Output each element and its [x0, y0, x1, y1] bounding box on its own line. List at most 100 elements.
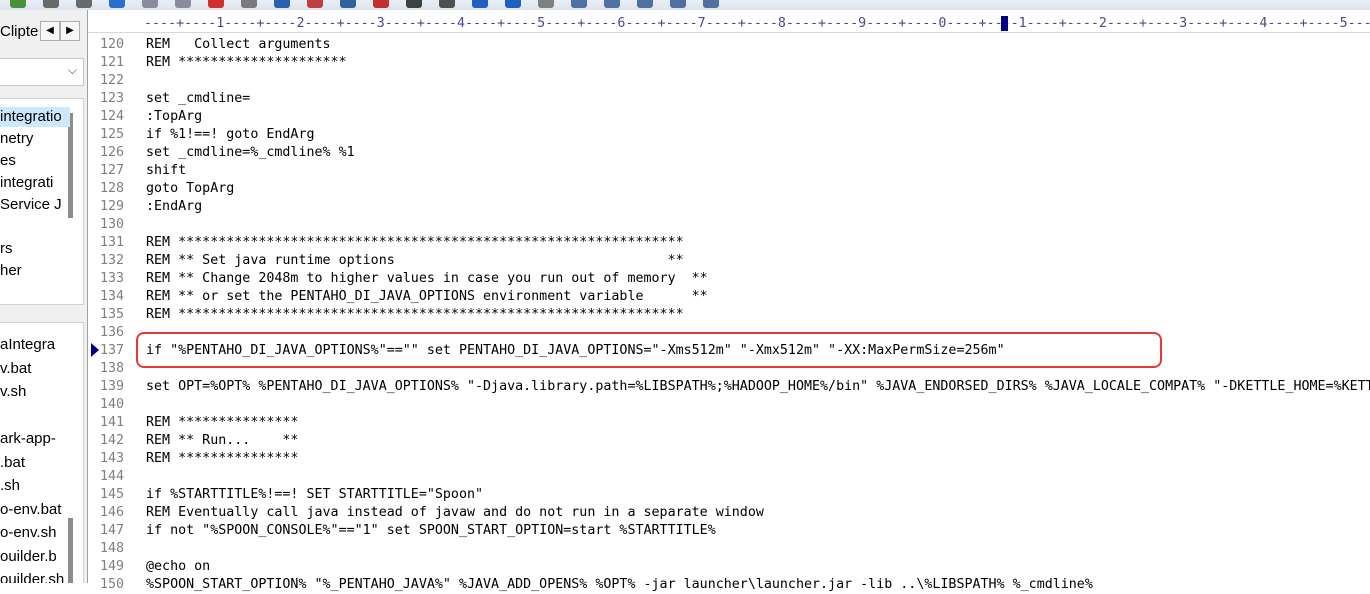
line-number: 133 — [100, 271, 125, 286]
window3-icon[interactable] — [637, 0, 653, 8]
tree-item[interactable]: o-env.sh — [0, 523, 70, 543]
tree-item[interactable]: ark-app- — [0, 429, 70, 449]
code-line[interactable]: REM *************** — [146, 450, 298, 468]
line-number: 130 — [100, 217, 125, 232]
line-number: 143 — [100, 451, 125, 466]
line-number: 134 — [100, 289, 125, 304]
line-number: 132 — [100, 253, 125, 268]
line-number: 128 — [100, 181, 125, 196]
file-tree-top[interactable]: integratio netry es integrati Service J rs he… — [0, 98, 84, 305]
tree-item[interactable]: aIntegra — [0, 335, 70, 355]
settings-icon[interactable] — [538, 0, 554, 8]
tree-item[interactable]: v.sh — [0, 382, 70, 402]
line-number: 129 — [100, 199, 125, 214]
window2-icon[interactable] — [604, 0, 620, 8]
code-line[interactable]: REM ** Set java runtime options ** — [146, 252, 684, 270]
code-line[interactable]: if %STARTTITLE%!==! SET STARTTITLE="Spoo… — [146, 486, 483, 504]
code-line[interactable]: REM Eventually call java instead of java… — [146, 504, 764, 522]
line-number: 137 — [100, 343, 125, 358]
code-line[interactable]: set _cmdline= — [146, 90, 250, 108]
tree-item[interactable]: ouilder.b — [0, 547, 70, 567]
library-select[interactable]: ⌵ — [0, 58, 84, 86]
code-line[interactable]: %SPOON_START_OPTION% "%_PENTAHO_JAVA%" %… — [146, 576, 1093, 594]
line-number: 124 — [100, 109, 125, 124]
code-line[interactable]: REM *************** — [146, 414, 298, 432]
tree-item[interactable]: Service J — [0, 195, 70, 215]
line-number: 145 — [100, 487, 125, 502]
spell-icon[interactable] — [505, 0, 521, 8]
tree-item[interactable]: o-env.bat — [0, 500, 70, 520]
macro-icon[interactable] — [703, 0, 719, 8]
current-line-marker-icon — [91, 343, 99, 357]
code-line[interactable]: REM ** or set the PENTAHO_DI_JAVA_OPTION… — [146, 288, 708, 306]
tree-item[interactable]: .sh — [0, 476, 70, 496]
line-number: 138 — [100, 361, 125, 376]
code-line[interactable]: REM ************************************… — [146, 234, 684, 252]
code-line[interactable]: REM ** Change 2048m to higher values in … — [146, 270, 708, 288]
tree-item[interactable]: integratio — [0, 107, 70, 127]
highlight-annotation-box — [136, 332, 1162, 368]
paste-icon[interactable] — [175, 0, 191, 8]
code-line[interactable]: shift — [146, 162, 186, 180]
line-number: 144 — [100, 469, 125, 484]
clip-text-panel: Clipte ◀ ▶ ⌵ integratio netry es integrati … — [0, 10, 88, 583]
tree-item[interactable]: es — [0, 151, 70, 171]
print-preview-icon[interactable] — [76, 0, 92, 8]
code-line[interactable]: if not "%SPOON_CONSOLE%"=="1" set SPOON_… — [146, 522, 716, 540]
file-tree-bottom[interactable]: aIntegra v.bat v.sh ark-app- .bat .sh o-env.ba… — [0, 322, 84, 583]
tree-item[interactable]: ouilder.sh — [0, 570, 70, 583]
code-line[interactable]: set _cmdline=%_cmdline% %1 — [146, 144, 355, 162]
code-line[interactable]: goto TopArg — [146, 180, 234, 198]
line-number: 122 — [100, 73, 125, 88]
ruler-scale: ----+----1----+----2----+----3----+----4… — [144, 16, 1370, 31]
tree-item[interactable]: her — [0, 261, 70, 281]
tree-item[interactable]: netry — [0, 129, 70, 149]
code-line[interactable]: if %1!==! goto EndArg — [146, 126, 315, 144]
replace-icon[interactable] — [307, 0, 323, 8]
line-number: 149 — [100, 559, 125, 574]
code-line[interactable]: :EndArg — [146, 198, 202, 216]
line-number: 140 — [100, 397, 125, 412]
line-number: 121 — [100, 55, 125, 70]
line-number: 150 — [100, 577, 125, 592]
line-number: 126 — [100, 145, 125, 160]
code-line[interactable]: REM Collect arguments — [146, 36, 331, 54]
tab-next-arrow-icon[interactable]: ▶ — [60, 21, 80, 41]
tree-item[interactable]: rs — [0, 239, 70, 259]
copy-icon[interactable] — [142, 0, 158, 8]
format-icon[interactable] — [406, 0, 422, 8]
goto-icon[interactable] — [340, 0, 356, 8]
check-icon[interactable] — [109, 0, 125, 8]
save-icon[interactable] — [10, 0, 26, 8]
code-line[interactable]: @echo on — [146, 558, 210, 576]
print-icon[interactable] — [43, 0, 59, 8]
delete-icon[interactable] — [208, 0, 224, 8]
panel-tab-label[interactable]: Clipte — [0, 23, 38, 40]
line-number: 136 — [100, 325, 125, 340]
font-icon[interactable] — [373, 0, 389, 8]
indent-icon[interactable] — [472, 0, 488, 8]
line-number: 139 — [100, 379, 125, 394]
code-line[interactable]: set OPT=%OPT% %PENTAHO_DI_JAVA_OPTIONS% … — [146, 378, 1370, 396]
ruler-cursor-mark — [1001, 16, 1008, 31]
window4-icon[interactable] — [670, 0, 686, 8]
run-icon[interactable] — [439, 0, 455, 8]
chevron-down-icon: ⌵ — [67, 63, 77, 77]
code-line[interactable]: REM ************************************… — [146, 306, 684, 324]
code-line[interactable]: REM ** Run... ** — [146, 432, 298, 450]
code-line[interactable]: :TopArg — [146, 108, 202, 126]
code-line[interactable]: REM ********************* — [146, 54, 347, 72]
line-number: 135 — [100, 307, 125, 322]
find-icon[interactable] — [274, 0, 290, 8]
line-number: 131 — [100, 235, 125, 250]
tree-item[interactable]: integrati — [0, 173, 70, 193]
tree-item[interactable]: v.bat — [0, 359, 70, 379]
line-number: 148 — [100, 541, 125, 556]
window-icon[interactable] — [571, 0, 587, 8]
tab-prev-arrow-icon[interactable]: ◀ — [40, 21, 60, 41]
tree-item[interactable]: .bat — [0, 453, 70, 473]
line-number: 147 — [100, 523, 125, 538]
tools-icon[interactable] — [241, 0, 257, 8]
column-ruler: ----+----1----+----2----+----3----+----4… — [88, 10, 1370, 33]
line-number: 142 — [100, 433, 125, 448]
